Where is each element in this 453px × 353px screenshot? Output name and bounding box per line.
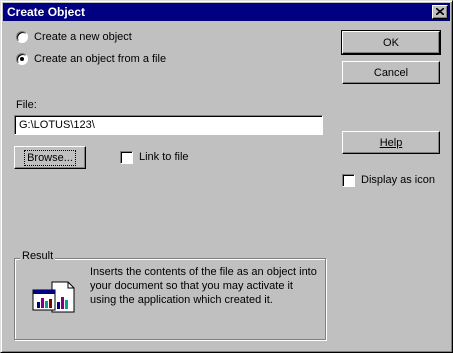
cancel-label: Cancel bbox=[373, 66, 409, 79]
help-button[interactable]: Help bbox=[342, 131, 440, 154]
window-title: Create Object bbox=[7, 5, 86, 19]
link-to-file-checkbox[interactable]: Link to file bbox=[120, 149, 189, 165]
radio-button[interactable] bbox=[16, 53, 28, 65]
file-path-input[interactable]: G:\LOTUS\123\ bbox=[14, 115, 323, 135]
create-new-radio[interactable]: Create a new object bbox=[16, 29, 132, 45]
title-bar: Create Object bbox=[3, 3, 450, 21]
checkbox[interactable] bbox=[120, 150, 133, 164]
file-path-value: G:\LOTUS\123\ bbox=[19, 119, 95, 131]
browse-label: Browse... bbox=[24, 149, 76, 166]
link-to-file-label: Link to file bbox=[139, 151, 189, 163]
radio-button[interactable] bbox=[16, 31, 28, 43]
display-as-icon-checkbox[interactable]: Display as icon bbox=[342, 172, 435, 188]
close-button[interactable] bbox=[432, 5, 448, 19]
document-chart-icon bbox=[32, 280, 76, 314]
display-as-icon-label: Display as icon bbox=[361, 174, 435, 186]
result-description: Inserts the contents of the file as an o… bbox=[90, 266, 317, 306]
create-from-file-label: Create an object from a file bbox=[34, 53, 167, 65]
browse-button[interactable]: Browse... bbox=[14, 146, 86, 169]
cancel-button[interactable]: Cancel bbox=[342, 61, 440, 84]
ok-button[interactable]: OK bbox=[341, 30, 441, 55]
help-label: Help bbox=[379, 136, 403, 149]
file-label: File: bbox=[16, 99, 37, 111]
close-icon bbox=[436, 8, 444, 15]
result-title: Result bbox=[20, 250, 56, 262]
ok-label: OK bbox=[383, 36, 399, 49]
checkbox[interactable] bbox=[342, 173, 355, 187]
create-new-label: Create a new object bbox=[34, 31, 132, 43]
create-from-file-radio[interactable]: Create an object from a file bbox=[16, 51, 166, 67]
